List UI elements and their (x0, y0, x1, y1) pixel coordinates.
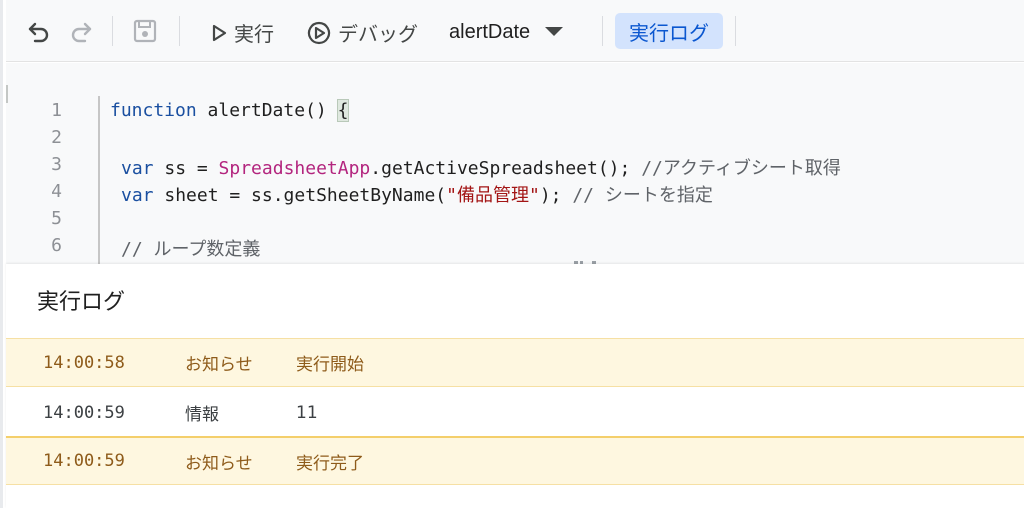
chevron-down-icon (544, 26, 564, 38)
log-message: 実行開始 (296, 355, 364, 375)
line-number: 2 (51, 127, 62, 148)
matched-brace: { (336, 99, 350, 122)
code-text: .getActiveSpreadsheet(); (370, 158, 642, 179)
debug-icon (306, 20, 332, 46)
comment: // ループ数定義 (121, 239, 261, 260)
line-number: 1 (51, 100, 62, 121)
line-number: 3 (51, 154, 62, 175)
undo-icon (26, 19, 52, 43)
keyword: function (110, 100, 197, 121)
string-literal: "備品管理" (446, 185, 540, 206)
save-icon (132, 18, 158, 44)
code-line-1: function alertDate() { (110, 99, 350, 122)
debug-button[interactable]: デバッグ (306, 18, 418, 47)
log-row: 14:00:59 情報 11 (6, 388, 1024, 437)
debug-label: デバッグ (338, 22, 418, 46)
code-line-6: // ループ数定義 (121, 235, 260, 261)
log-level: お知らせ (185, 453, 253, 474)
indent-guide (98, 96, 100, 264)
code-text: ss = (153, 158, 219, 179)
toolbar-divider (602, 16, 603, 46)
undo-button[interactable] (26, 19, 52, 43)
code-line-4: var sheet = ss.getSheetByName("備品管理"); /… (121, 181, 713, 207)
play-icon (210, 21, 228, 45)
app-frame: 実行 デバッグ alertDate 実行ログ 1 2 3 4 5 6 funct… (0, 0, 1024, 508)
comment: //アクティブシート取得 (641, 158, 841, 179)
code-text: ); (539, 185, 573, 206)
log-timestamp: 14:00:58 (43, 352, 125, 373)
log-timestamp: 14:00:59 (43, 451, 125, 471)
log-message: 11 (296, 402, 318, 423)
log-message: 実行完了 (296, 453, 364, 474)
log-level: お知らせ (185, 355, 253, 375)
toolbar-divider (179, 16, 180, 46)
run-button[interactable]: 実行 (210, 18, 274, 47)
run-label: 実行 (234, 22, 274, 46)
code-text: sheet = ss.getSheetByName( (153, 185, 447, 206)
log-level: 情報 (185, 405, 219, 425)
save-button[interactable] (132, 18, 158, 44)
comment: // シートを指定 (572, 185, 713, 206)
line-number: 6 (51, 235, 62, 256)
line-number: 4 (51, 181, 62, 202)
class-name: SpreadsheetApp (218, 158, 371, 179)
redo-button[interactable] (68, 19, 94, 43)
keyword: var (121, 185, 154, 206)
code-editor[interactable]: 1 2 3 4 5 6 function alertDate() { var s… (6, 63, 1024, 264)
code-text: alertDate() (196, 100, 338, 121)
log-row: 14:00:59 お知らせ 実行完了 (6, 436, 1024, 485)
function-select[interactable]: alertDate (449, 14, 564, 50)
execution-log-panel: 実行ログ 14:00:58 お知らせ 実行開始 14:00:59 情報 11 1… (6, 264, 1024, 508)
toolbar-divider (112, 16, 113, 46)
execution-log-toggle-button[interactable]: 実行ログ (615, 13, 723, 49)
toolbar: 実行 デバッグ alertDate 実行ログ (6, 0, 1024, 62)
keyword: var (121, 158, 154, 179)
line-number: 5 (51, 208, 62, 229)
log-row: 14:00:58 お知らせ 実行開始 (6, 338, 1024, 387)
log-timestamp: 14:00:59 (43, 402, 125, 423)
function-select-value: alertDate (449, 20, 531, 43)
toolbar-divider (735, 16, 736, 46)
code-line-3: var ss = SpreadsheetApp.getActiveSpreads… (121, 154, 841, 180)
redo-icon (68, 19, 94, 43)
log-panel-title: 実行ログ (37, 290, 126, 315)
